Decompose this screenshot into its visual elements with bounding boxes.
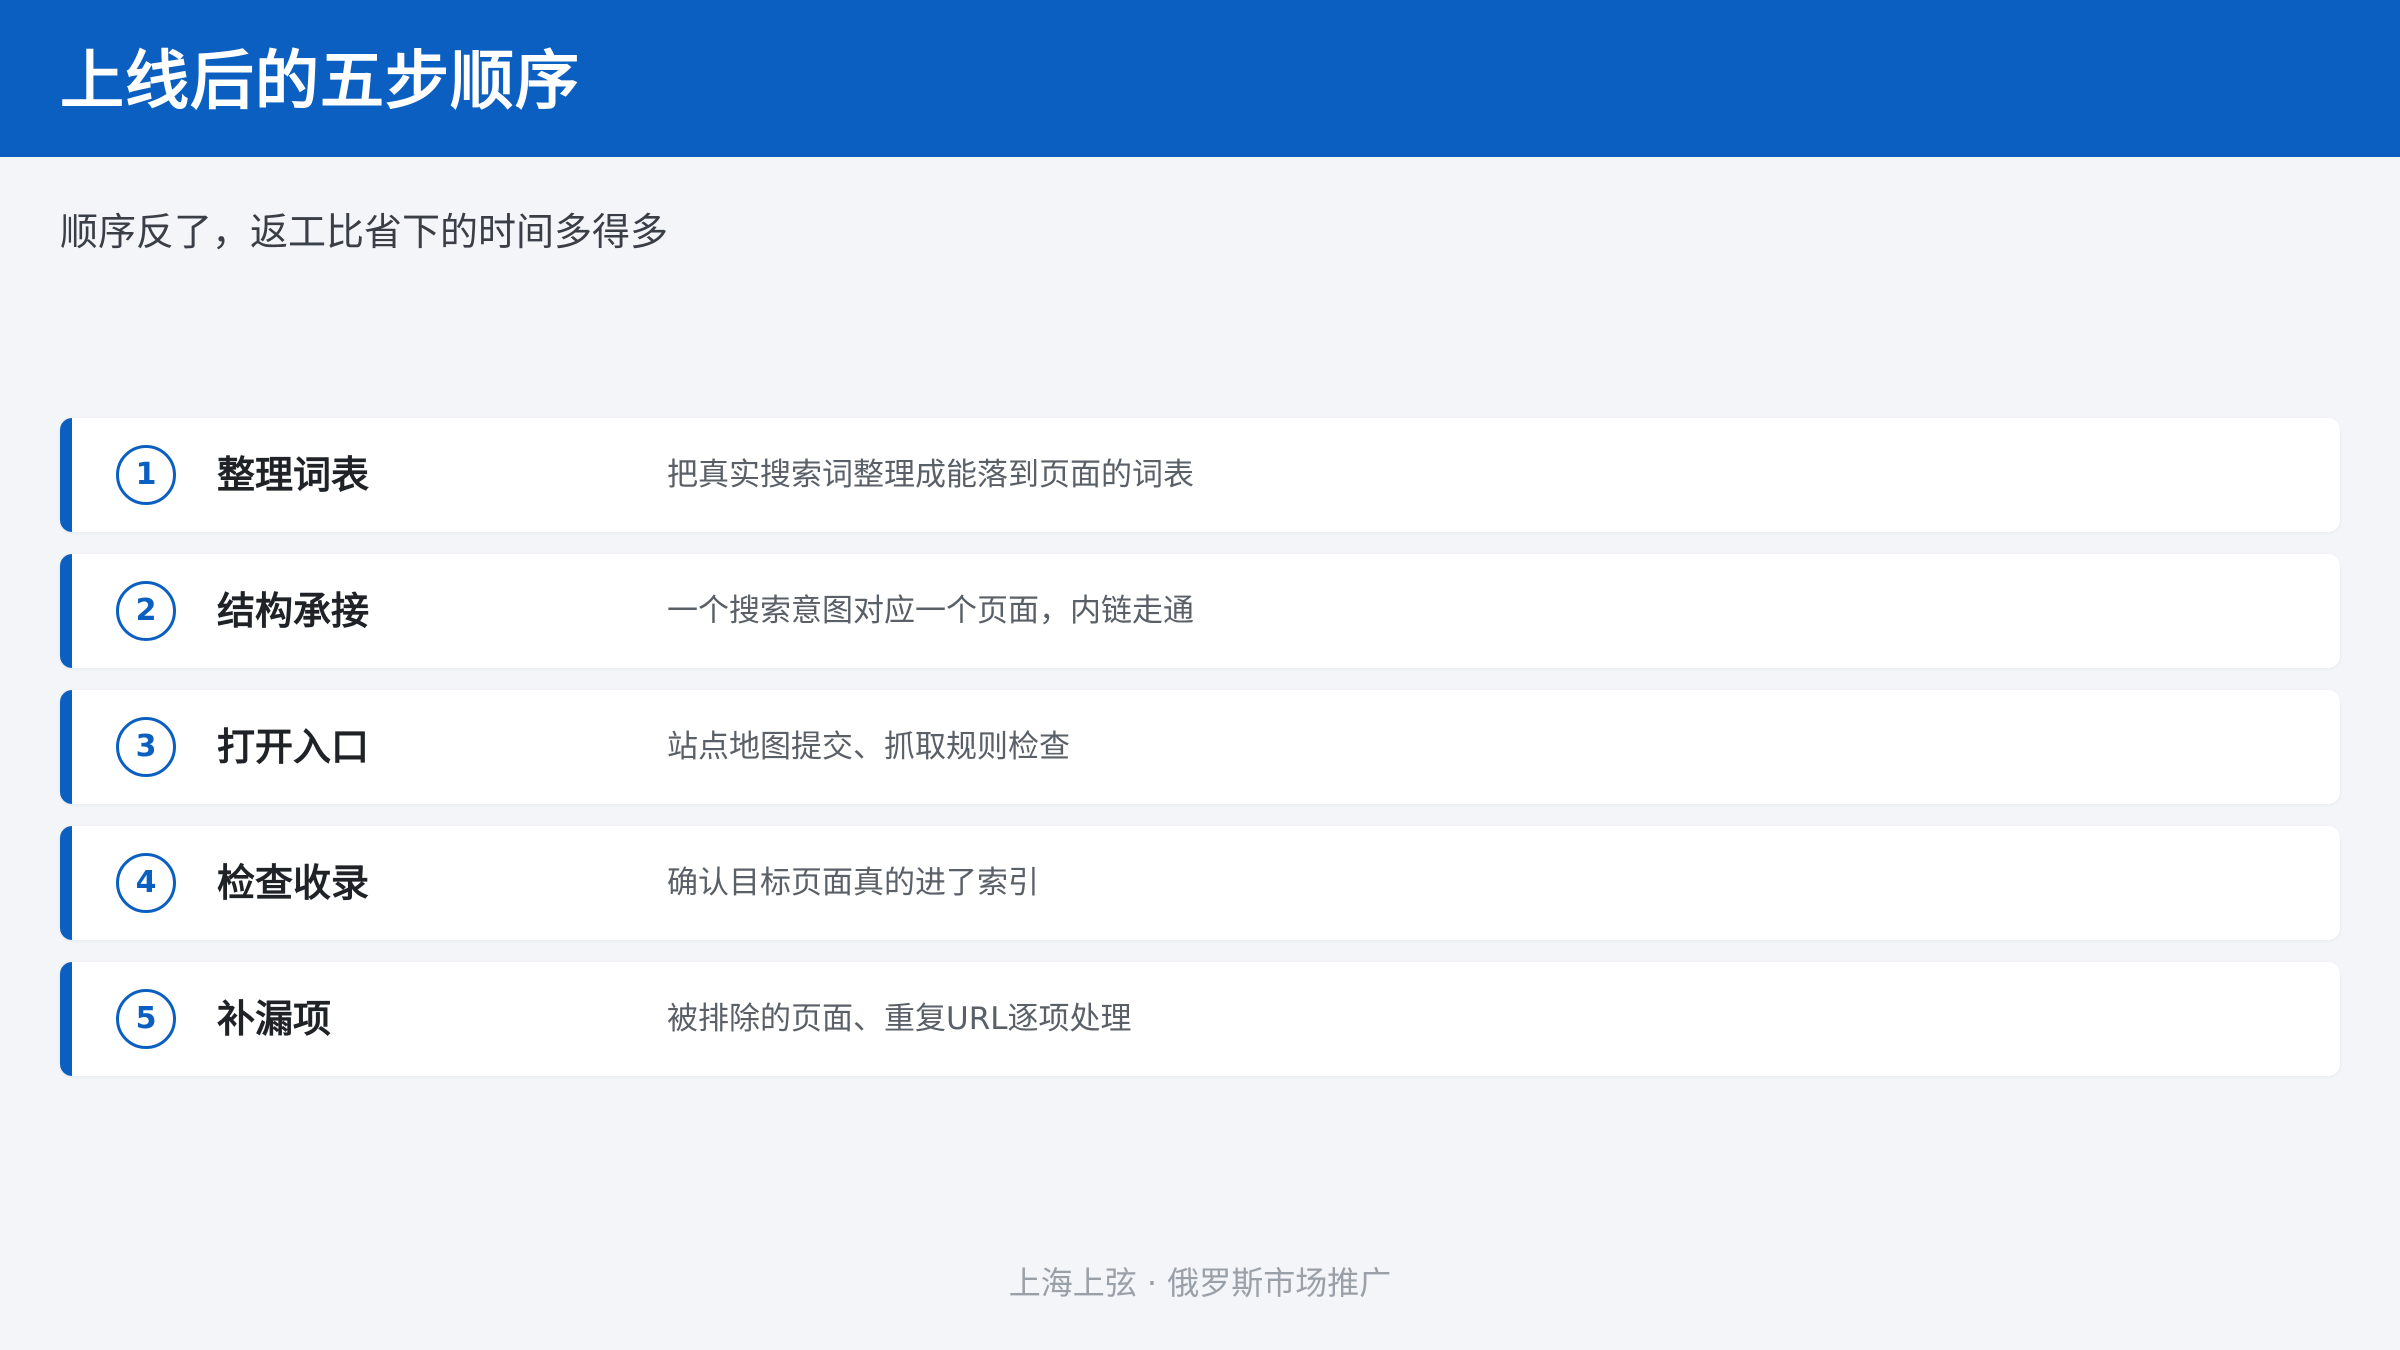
step-card-3: 3 打开入口 站点地图提交、抓取规则检查	[60, 690, 2340, 804]
steps-list: 1 整理词表 把真实搜索词整理成能落到页面的词表 2 结构承接 一个搜索意图对应…	[60, 418, 2340, 1098]
step-title: 补漏项	[217, 997, 332, 1041]
step-description: 一个搜索意图对应一个页面，内链走通	[667, 593, 1194, 629]
step-card-1: 1 整理词表 把真实搜索词整理成能落到页面的词表	[60, 418, 2340, 532]
step-number-badge: 3	[116, 717, 176, 777]
step-description: 被排除的页面、重复URL逐项处理	[667, 1001, 1132, 1037]
header-bar: 上线后的五步顺序	[0, 0, 2400, 157]
step-card-5: 5 补漏项 被排除的页面、重复URL逐项处理	[60, 962, 2340, 1076]
page-title: 上线后的五步顺序	[60, 45, 580, 119]
footer-credit: 上海上弦 · 俄罗斯市场推广	[1008, 1264, 1392, 1302]
step-accent-bar	[60, 826, 72, 940]
step-number-badge: 1	[116, 445, 176, 505]
step-description: 把真实搜索词整理成能落到页面的词表	[667, 457, 1194, 493]
step-accent-bar	[60, 418, 72, 532]
step-title: 整理词表	[217, 453, 370, 497]
step-accent-bar	[60, 554, 72, 668]
step-description: 站点地图提交、抓取规则检查	[667, 729, 1070, 765]
step-number-badge: 5	[116, 989, 176, 1049]
step-card-2: 2 结构承接 一个搜索意图对应一个页面，内链走通	[60, 554, 2340, 668]
step-accent-bar	[60, 690, 72, 804]
step-accent-bar	[60, 962, 72, 1076]
step-card-4: 4 检查收录 确认目标页面真的进了索引	[60, 826, 2340, 940]
step-title: 结构承接	[217, 589, 370, 633]
step-description: 确认目标页面真的进了索引	[667, 865, 1039, 901]
page-subtitle: 顺序反了，返工比省下的时间多得多	[60, 210, 669, 254]
step-number-badge: 2	[116, 581, 176, 641]
step-title: 检查收录	[217, 861, 370, 905]
step-title: 打开入口	[217, 725, 370, 769]
step-number-badge: 4	[116, 853, 176, 913]
